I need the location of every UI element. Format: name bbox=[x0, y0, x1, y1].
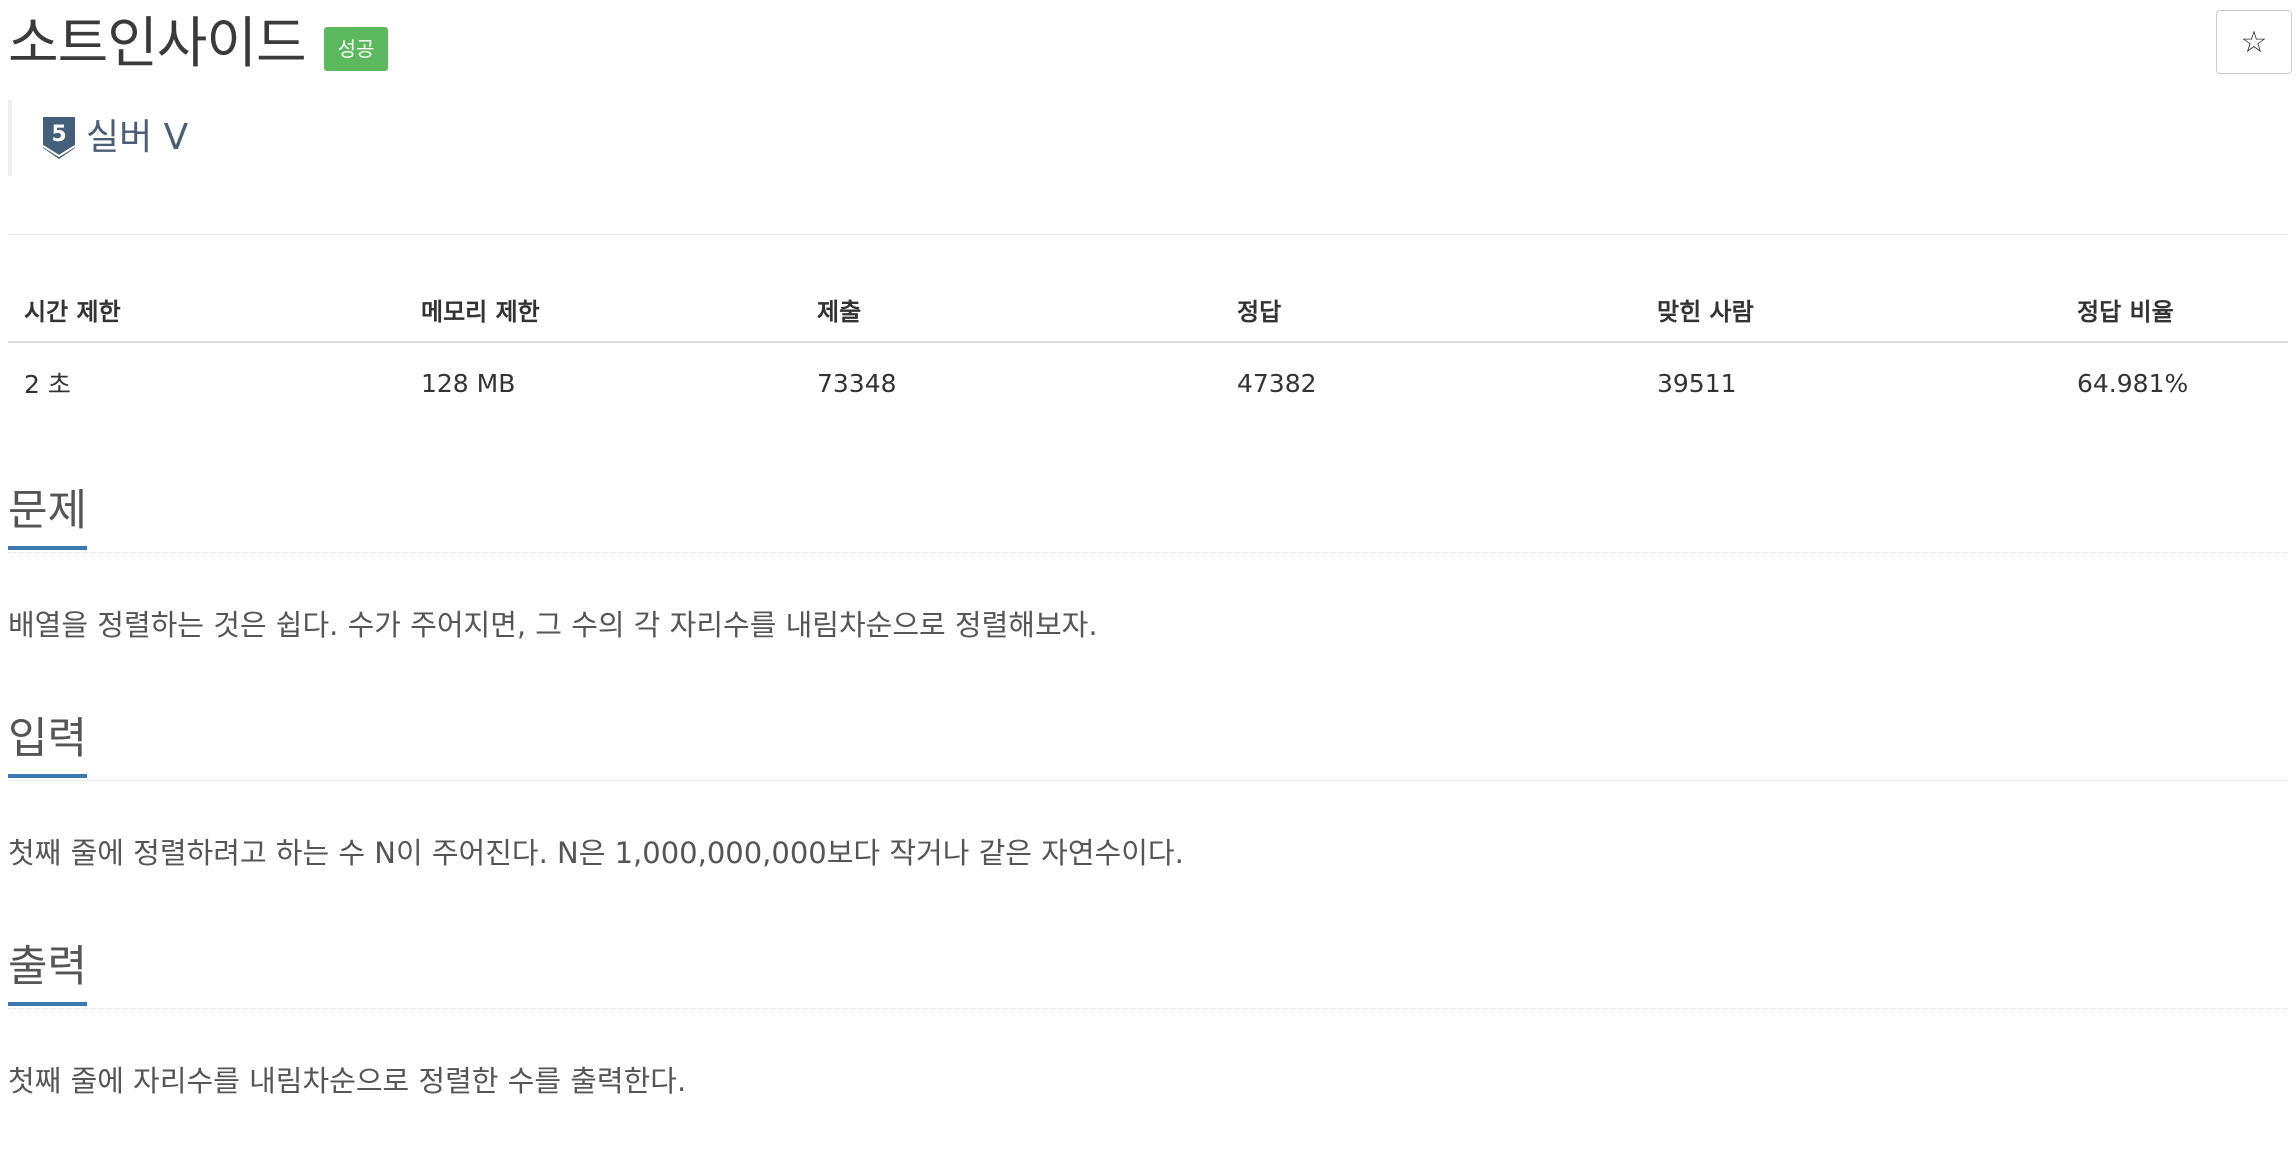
value-submissions[interactable]: 73348 bbox=[801, 342, 1221, 423]
value-accept-ratio: 64.981% bbox=[2077, 368, 2189, 398]
info-header-row: 시간 제한 메모리 제한 제출 정답 맞힌 사람 정답 비율 bbox=[8, 280, 2288, 343]
value-memory-limit: 128 MB bbox=[421, 368, 516, 398]
section-text: 첫째 줄에 자리수를 내림차순으로 정렬한 수를 출력한다. bbox=[8, 1064, 687, 1098]
silver-tier-icon: 5 bbox=[42, 117, 76, 159]
header-submissions: 제출 bbox=[801, 280, 1221, 343]
problem-title: 소트인사이드 bbox=[8, 11, 307, 75]
section-title: 입력 bbox=[8, 710, 88, 778]
title-row: 소트인사이드 성공 bbox=[8, 8, 389, 78]
problem-page: 소트인사이드 성공 ☆ 5 실버 V 시간 제한 메모리 제한 제출 정답 맞힌… bbox=[0, 0, 2296, 1160]
header-memory-limit: 메모리 제한 bbox=[405, 280, 801, 343]
section-text: 첫째 줄에 정렬하려고 하는 수 N이 주어진다. N은 1,000,000,0… bbox=[8, 836, 1184, 870]
header-accept-ratio: 정답 비율 bbox=[2061, 280, 2288, 343]
section-head: 문제 bbox=[8, 482, 2288, 553]
problem-info-table: 시간 제한 메모리 제한 제출 정답 맞힌 사람 정답 비율 2 초 128 M… bbox=[8, 280, 2288, 423]
result-badge: 성공 bbox=[323, 27, 389, 71]
value-accepted[interactable]: 47382 bbox=[1221, 342, 1641, 423]
tier-number: 5 bbox=[51, 122, 66, 147]
star-icon: ☆ bbox=[2240, 24, 2268, 60]
section-output: 출력 첫째 줄에 자리수를 내림차순으로 정렬한 수를 출력한다. bbox=[8, 938, 2288, 1101]
value-time-limit: 2 초 bbox=[24, 370, 71, 399]
favorite-star-button[interactable]: ☆ bbox=[2216, 10, 2292, 74]
tier-label: 실버 V bbox=[86, 117, 189, 158]
header-accepted: 정답 bbox=[1221, 280, 1641, 343]
header-time-limit: 시간 제한 bbox=[8, 280, 405, 343]
header-solved-users: 맞힌 사람 bbox=[1641, 280, 2061, 343]
section-head: 입력 bbox=[8, 710, 2288, 781]
header-divider bbox=[8, 234, 2288, 235]
section-input: 입력 첫째 줄에 정렬하려고 하는 수 N이 주어진다. N은 1,000,00… bbox=[8, 710, 2288, 873]
section-description: 문제 배열을 정렬하는 것은 쉽다. 수가 주어지면, 그 수의 각 자리수를 … bbox=[8, 482, 2288, 645]
tier-block[interactable]: 5 실버 V bbox=[8, 100, 188, 176]
section-head: 출력 bbox=[8, 938, 2288, 1009]
section-title: 출력 bbox=[8, 938, 88, 1006]
section-title: 문제 bbox=[8, 482, 88, 550]
info-value-row: 2 초 128 MB 73348 47382 39511 64.981% bbox=[8, 342, 2288, 423]
section-text: 배열을 정렬하는 것은 쉽다. 수가 주어지면, 그 수의 각 자리수를 내림차… bbox=[8, 608, 1098, 642]
value-solved-users[interactable]: 39511 bbox=[1641, 342, 2061, 423]
